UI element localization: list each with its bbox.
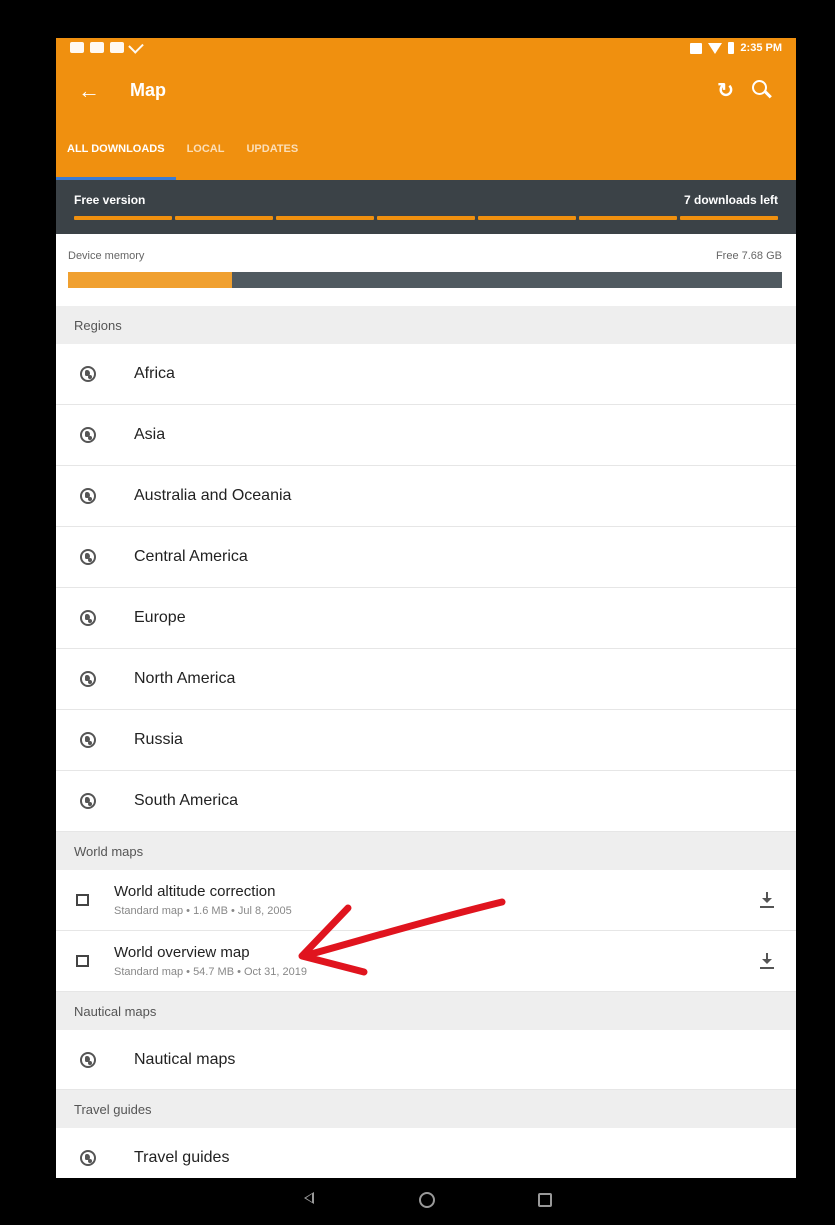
nav-home-icon[interactable] (419, 1192, 435, 1208)
nav-recents-icon[interactable] (538, 1193, 552, 1207)
nav-back-icon[interactable] (304, 1192, 314, 1204)
system-nav-bar (56, 1178, 796, 1222)
tablet-screen: 2:35 PM ← Map ↻ ALL DOWNLOADS LOCAL UPDA… (56, 38, 796, 1178)
annotation-arrow (298, 898, 506, 976)
